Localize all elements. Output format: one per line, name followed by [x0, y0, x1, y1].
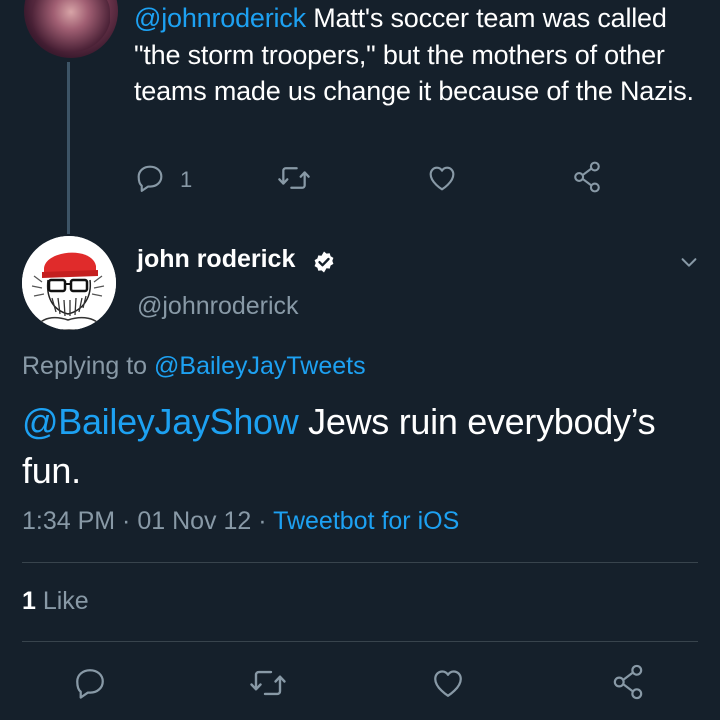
likes-summary[interactable]: 1 Like: [22, 587, 89, 616]
tweet-text: @BaileyJayShow Jews ruin everybody’s fun…: [22, 397, 702, 495]
like-icon[interactable]: [430, 665, 466, 701]
tweet-client-link[interactable]: Tweetbot for iOS: [273, 507, 459, 535]
author-avatar[interactable]: [22, 236, 116, 330]
reply-icon[interactable]: [134, 162, 166, 194]
replying-prefix: Replying to: [22, 352, 155, 380]
share-icon[interactable]: [571, 160, 603, 194]
divider: [22, 562, 698, 563]
retweet-icon[interactable]: [248, 665, 288, 701]
share-icon[interactable]: [610, 663, 646, 701]
like-label: Like: [35, 587, 89, 615]
tweet-meta: 1:34 PM · 01 Nov 12 · Tweetbot for iOS: [22, 507, 459, 536]
like-icon[interactable]: [426, 162, 458, 194]
tweet-mention-link[interactable]: @BaileyJayShow: [22, 401, 299, 442]
like-count: 1: [22, 587, 36, 615]
parent-tweet-text: @johnroderick Matt's soccer team was cal…: [134, 0, 704, 110]
tweet-date: 01 Nov 12: [137, 507, 252, 535]
retweet-icon[interactable]: [276, 162, 312, 194]
replying-to-link[interactable]: @BaileyJayTweets: [154, 352, 366, 380]
divider: [22, 641, 698, 642]
parent-avatar[interactable]: [24, 0, 118, 58]
chevron-down-icon[interactable]: [678, 251, 700, 273]
reply-count: 1: [180, 167, 193, 192]
author-handle[interactable]: @johnroderick: [137, 292, 299, 321]
reply-icon[interactable]: [72, 665, 108, 701]
tweet-time: 1:34 PM: [22, 507, 116, 535]
verified-badge-icon: [312, 250, 336, 274]
replying-to: Replying to @BaileyJayTweets: [22, 352, 366, 381]
thread-line: [67, 62, 70, 234]
meta-separator-2: ·: [251, 507, 274, 535]
meta-separator: ·: [115, 507, 138, 535]
parent-mention-link[interactable]: @johnroderick: [134, 3, 306, 33]
author-display-name[interactable]: john roderick: [137, 245, 295, 274]
